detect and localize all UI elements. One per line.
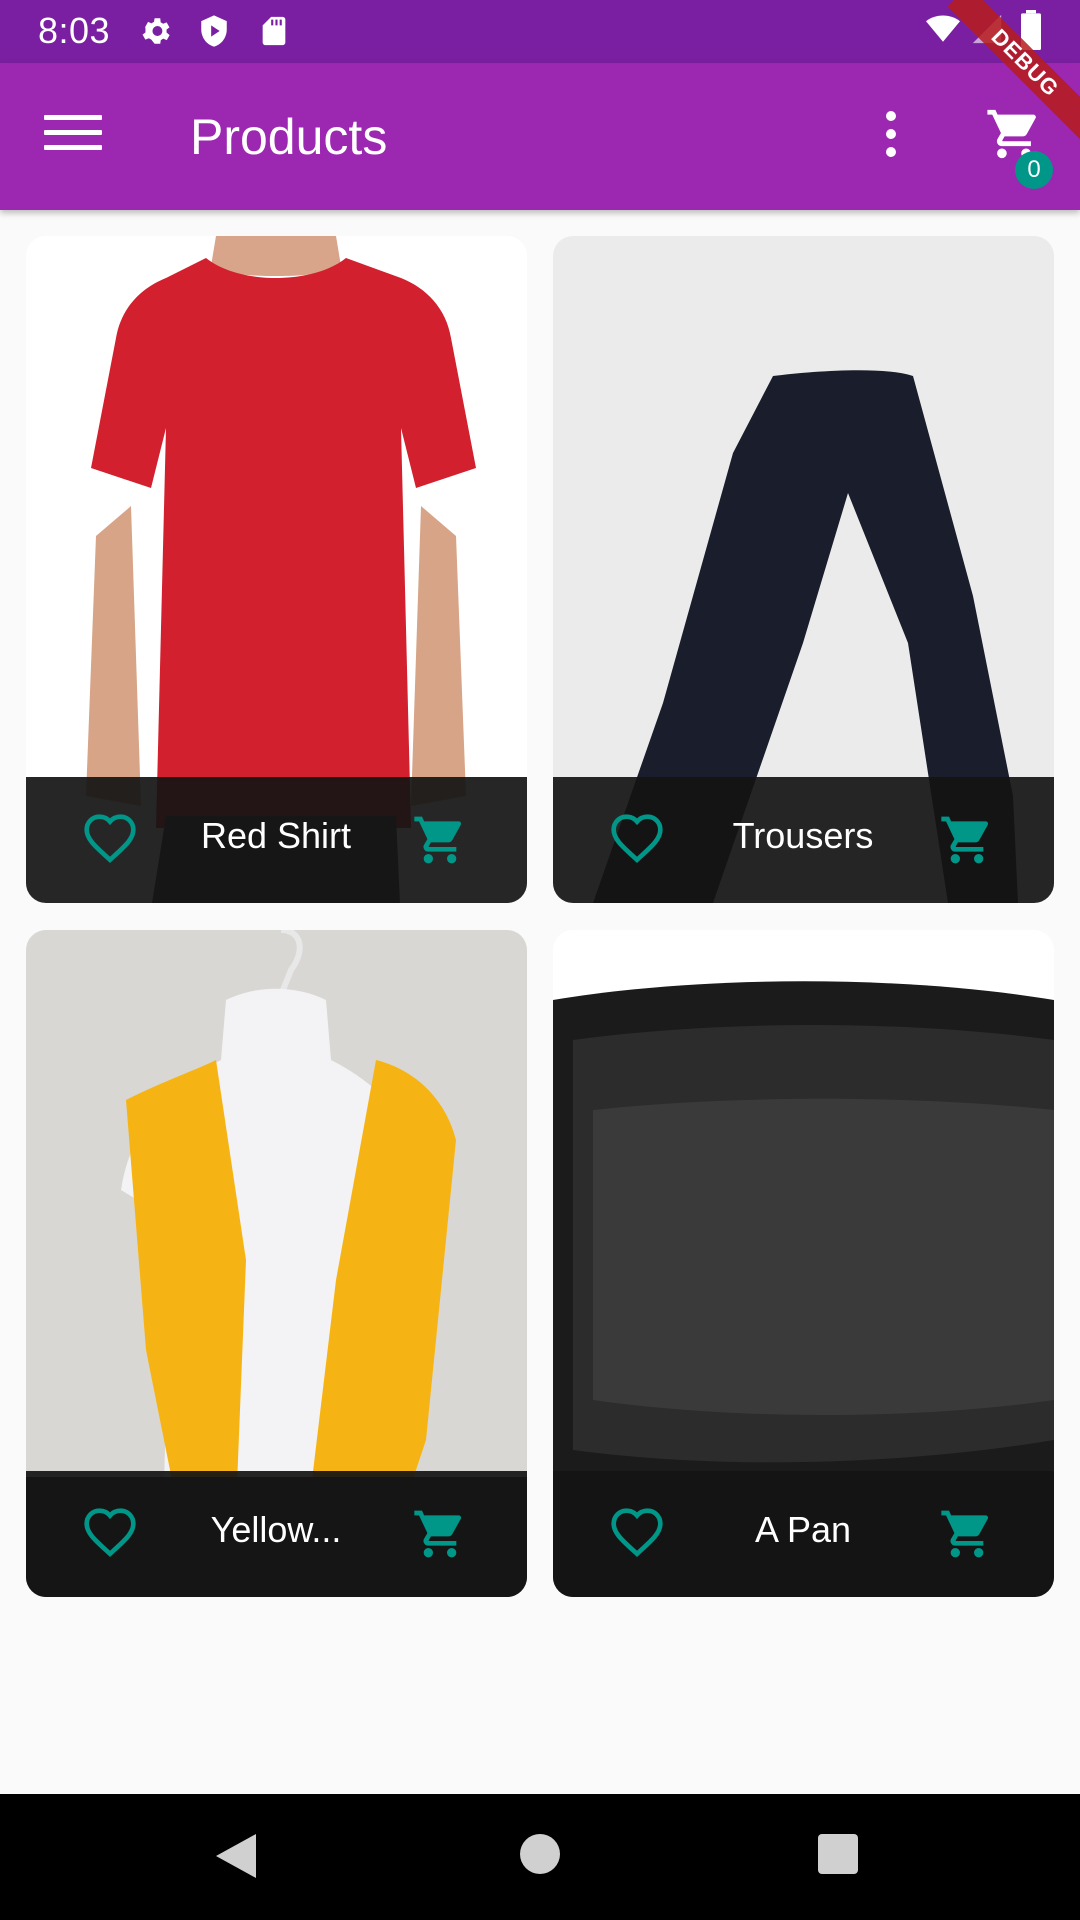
more-options-icon[interactable] [876, 111, 906, 161]
status-bar: 8:03 [0, 0, 1080, 63]
card-footer: Yellow... [26, 1471, 527, 1597]
add-to-cart-icon[interactable] [939, 1506, 995, 1562]
sd-card-icon [262, 16, 286, 46]
favorite-border-icon[interactable] [609, 812, 665, 868]
app-bar: Products 0 [0, 63, 1080, 210]
recents-icon[interactable] [818, 1834, 858, 1874]
product-card[interactable]: Red Shirt [26, 236, 527, 903]
product-title: Yellow... [210, 1509, 342, 1550]
card-footer: A Pan [553, 1471, 1054, 1597]
back-icon[interactable] [214, 1832, 258, 1880]
favorite-border-icon[interactable] [82, 1506, 138, 1562]
shield-icon [201, 15, 227, 47]
page-title: Products [190, 109, 388, 165]
card-footer: Trousers [553, 777, 1054, 903]
add-to-cart-icon[interactable] [939, 812, 995, 868]
add-to-cart-icon[interactable] [412, 1506, 468, 1562]
cart-count-badge: 0 [1015, 151, 1053, 189]
product-card[interactable]: A Pan [553, 930, 1054, 1597]
add-to-cart-icon[interactable] [412, 812, 468, 868]
product-card[interactable]: Yellow... [26, 930, 527, 1597]
system-nav-bar [0, 1794, 1080, 1920]
gear-icon [142, 18, 170, 44]
product-title: Trousers [732, 815, 874, 856]
status-time: 8:03 [38, 10, 111, 51]
home-icon[interactable] [520, 1834, 560, 1874]
favorite-border-icon[interactable] [82, 812, 138, 868]
card-footer: Red Shirt [26, 777, 527, 903]
product-title: Red Shirt [200, 815, 352, 856]
menu-icon[interactable] [44, 115, 102, 159]
product-title: A Pan [754, 1509, 852, 1550]
favorite-border-icon[interactable] [609, 1506, 665, 1562]
product-card[interactable]: Trousers [553, 236, 1054, 903]
